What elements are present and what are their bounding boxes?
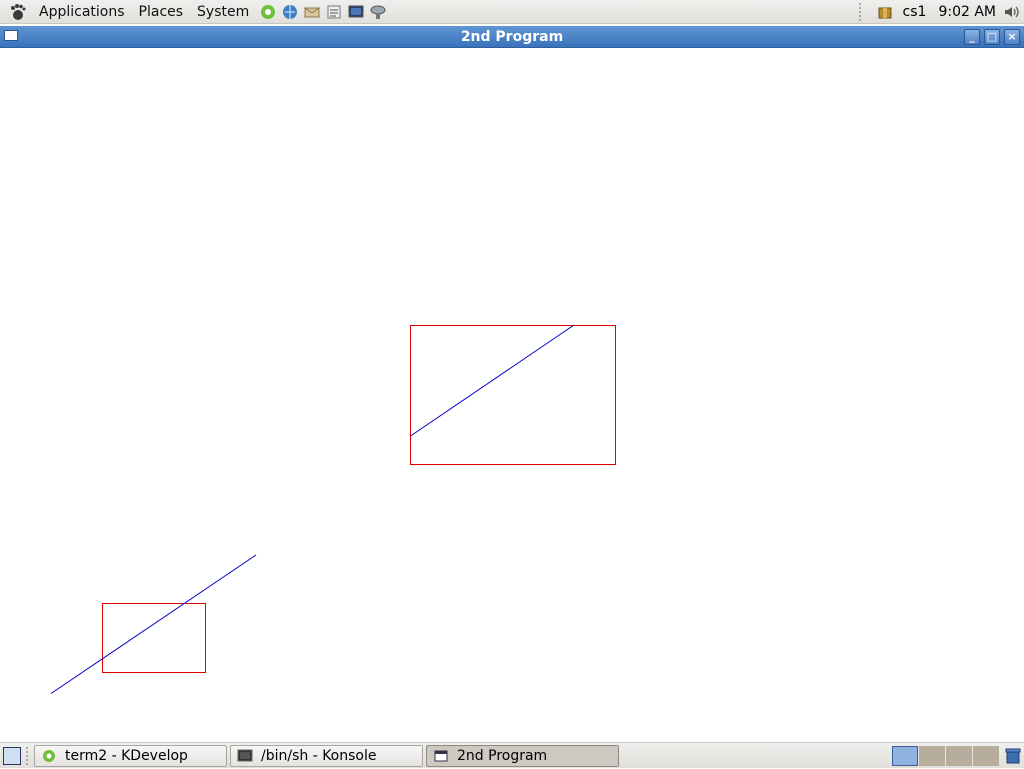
drawing-surface: [50, 324, 616, 694]
task-2nd-program[interactable]: 2nd Program: [426, 745, 619, 767]
large-rectangle: [410, 325, 616, 465]
workspace-switcher: [892, 746, 1000, 766]
task-label: /bin/sh - Konsole: [261, 748, 377, 764]
task-konsole[interactable]: /bin/sh - Konsole: [230, 745, 423, 767]
terminal-icon[interactable]: [346, 2, 366, 22]
workspace-4[interactable]: [973, 746, 999, 766]
taskbar-grip: [26, 747, 30, 765]
launcher-area: [258, 2, 390, 22]
window-titlebar[interactable]: 2nd Program _ □ ×: [0, 26, 1024, 48]
workspace-1[interactable]: [892, 746, 918, 766]
large-line: [410, 324, 575, 437]
bottom-panel: term2 - KDevelop /bin/sh - Konsole 2nd P…: [0, 742, 1024, 768]
menu-places[interactable]: Places: [132, 0, 191, 24]
user-name[interactable]: cs1: [897, 4, 933, 20]
web-browser-icon[interactable]: [280, 2, 300, 22]
task-kdevelop[interactable]: term2 - KDevelop: [34, 745, 227, 767]
window-title: 2nd Program: [460, 29, 564, 45]
top-panel: Applications Places System cs1 9:02 AM: [0, 0, 1024, 24]
task-label: term2 - KDevelop: [65, 748, 188, 764]
kdevelop-icon: [41, 748, 57, 764]
trash-icon[interactable]: [1004, 747, 1022, 765]
mail-icon[interactable]: [302, 2, 322, 22]
text-editor-icon[interactable]: [324, 2, 344, 22]
close-button[interactable]: ×: [1004, 29, 1020, 45]
workspace-3[interactable]: [946, 746, 972, 766]
clock[interactable]: 9:02 AM: [932, 4, 1002, 20]
volume-icon[interactable]: [1002, 2, 1022, 22]
task-label: 2nd Program: [457, 748, 548, 764]
tray-grip: [858, 2, 865, 21]
window-icon: [433, 748, 449, 764]
show-desktop-icon[interactable]: [3, 747, 21, 765]
system-tray: cs1 9:02 AM: [858, 0, 1024, 24]
menu-system[interactable]: System: [190, 0, 256, 24]
small-rectangle: [102, 603, 206, 673]
konsole-icon: [237, 748, 253, 764]
package-updater-icon[interactable]: [875, 2, 895, 22]
maximize-button[interactable]: □: [984, 29, 1000, 45]
gnome-foot-icon[interactable]: [8, 2, 28, 22]
workspace-2[interactable]: [919, 746, 945, 766]
drawing-canvas[interactable]: [0, 48, 1024, 742]
minimize-button[interactable]: _: [964, 29, 980, 45]
main-menu-bar: Applications Places System: [0, 0, 256, 24]
kdevelop-icon[interactable]: [258, 2, 278, 22]
network-icon[interactable]: [368, 2, 388, 22]
menu-applications[interactable]: Applications: [32, 0, 132, 24]
